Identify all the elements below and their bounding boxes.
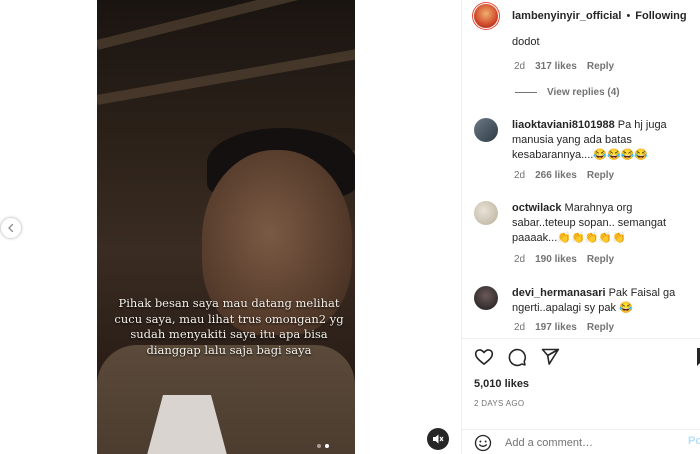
bookmark-icon[interactable]: [696, 347, 700, 367]
mute-button[interactable]: [427, 428, 449, 450]
post-details-pane: lambenyinyir_official • Following dodot …: [461, 0, 700, 454]
comment-text: dodot: [512, 36, 540, 48]
view-replies-button[interactable]: View replies (4): [515, 87, 620, 98]
comment-meta: 2d 190 likes Reply: [514, 254, 624, 265]
reply-button[interactable]: Reply: [587, 322, 614, 333]
comment-meta: 2d 197 likes Reply: [514, 322, 624, 333]
comment-text: octwilack Marahnya org sabar..teteup sopa…: [512, 202, 667, 244]
comment-input[interactable]: [505, 436, 655, 449]
likes-count[interactable]: 5,010 likes: [474, 378, 529, 390]
carousel-dots: [317, 444, 329, 448]
comment-bubble-icon[interactable]: [507, 347, 527, 367]
heart-icon[interactable]: [474, 347, 494, 367]
background-beam: [97, 42, 355, 105]
comment-likes[interactable]: 266 likes: [535, 170, 577, 181]
previous-post-button[interactable]: [0, 217, 22, 239]
carousel-dot-active[interactable]: [325, 444, 329, 448]
comment-text: liaoktaviani8101988 Pa hj juga manusia ya…: [512, 119, 667, 161]
comment-likes[interactable]: 317 likes: [535, 61, 577, 72]
smiley-icon[interactable]: [474, 434, 492, 452]
add-comment-bar: [462, 429, 700, 454]
comment-item: liaoktaviani8101988 Pa hj juga manusia ya…: [474, 118, 699, 163]
background-beam: [97, 0, 355, 50]
comment-likes[interactable]: 190 likes: [535, 254, 577, 265]
comment-item: octwilack Marahnya org sabar..teteup sopa…: [474, 201, 699, 246]
commenter-avatar[interactable]: [474, 118, 498, 142]
chevron-left-icon: [8, 223, 14, 233]
media-area: Pihak besan saya mau datang melihat cucu…: [0, 0, 461, 454]
comment-meta: 2d 317 likes Reply: [514, 61, 624, 72]
action-icons: [474, 347, 560, 367]
commenter-username[interactable]: liaoktaviani8101988: [512, 119, 615, 131]
replies-divider: [515, 92, 537, 93]
commenter-avatar[interactable]: [474, 201, 498, 225]
comment-meta: 2d 266 likes Reply: [514, 170, 624, 181]
reply-button[interactable]: Reply: [587, 254, 614, 265]
comment-text: devi_hermanasari Pak Faisal ga ngerti..ap…: [512, 287, 676, 314]
commenter-avatar[interactable]: [474, 286, 498, 310]
comment-likes[interactable]: 197 likes: [535, 322, 577, 333]
commenter-username[interactable]: octwilack: [512, 202, 562, 214]
comment-age: 2d: [514, 322, 526, 333]
reply-button[interactable]: Reply: [587, 61, 614, 72]
comment-age: 2d: [514, 254, 526, 265]
header-separator: •: [626, 10, 631, 22]
comments-list: dodot 2d 317 likes Reply View replies (4…: [462, 32, 700, 338]
person-jacket: [97, 345, 355, 454]
post-date[interactable]: 2 DAYS AGO: [474, 399, 524, 408]
comment-age: 2d: [514, 170, 526, 181]
paper-plane-icon[interactable]: [540, 347, 560, 367]
post-header: lambenyinyir_official • Following: [462, 0, 700, 32]
video-player[interactable]: Pihak besan saya mau datang melihat cucu…: [97, 0, 355, 454]
comment-item: dodot: [474, 35, 699, 50]
reply-button[interactable]: Reply: [587, 170, 614, 181]
speaker-muted-icon: [433, 434, 444, 444]
commenter-username[interactable]: devi_hermanasari: [512, 287, 606, 299]
author-username[interactable]: lambenyinyir_official: [512, 10, 621, 22]
comment-age: 2d: [514, 61, 526, 72]
carousel-dot[interactable]: [317, 444, 321, 448]
video-caption-overlay: Pihak besan saya mau datang melihat cucu…: [114, 296, 344, 357]
comment-item: devi_hermanasari Pak Faisal ga ngerti..ap…: [474, 286, 699, 316]
following-button[interactable]: Following: [635, 10, 686, 22]
post-actions: 5,010 likes 2 DAYS AGO Po: [462, 338, 700, 454]
author-avatar[interactable]: [474, 4, 498, 28]
post-comment-button[interactable]: Po: [688, 435, 700, 447]
